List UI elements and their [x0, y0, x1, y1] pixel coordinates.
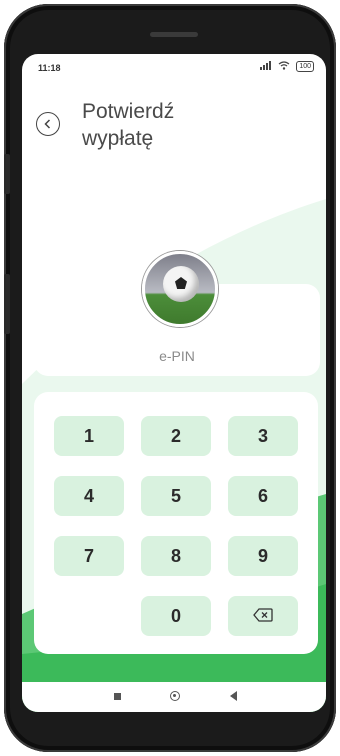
key-9[interactable]: 9 [228, 536, 298, 576]
system-nav-bar [22, 682, 326, 712]
football-icon [163, 266, 199, 302]
back-triangle-icon[interactable] [230, 691, 237, 701]
key-2[interactable]: 2 [141, 416, 211, 456]
backspace-button[interactable] [228, 596, 298, 636]
home-icon[interactable] [170, 691, 180, 701]
wifi-icon [278, 61, 290, 72]
key-4[interactable]: 4 [54, 476, 124, 516]
clock: 11:18 [38, 63, 61, 73]
page-title: Potwierdź wypłatę [82, 100, 175, 150]
epin-label: e-PIN [159, 348, 195, 364]
volume-button [4, 154, 10, 194]
avatar [142, 251, 218, 327]
back-button[interactable] [36, 112, 60, 136]
status-bar: 11:18 100 [22, 54, 326, 80]
screen: 11:18 100 Potwierdź wypłatę e-PIN 1 2 3 … [22, 54, 326, 712]
keypad: 1 2 3 4 5 6 7 8 9 0 [34, 392, 318, 654]
phone-frame: 11:18 100 Potwierdź wypłatę e-PIN 1 2 3 … [4, 4, 336, 752]
status-icons: 100 [260, 61, 314, 72]
speaker-grille [150, 32, 198, 37]
battery-icon: 100 [296, 61, 314, 72]
chevron-left-icon [43, 116, 53, 132]
key-8[interactable]: 8 [141, 536, 211, 576]
key-7[interactable]: 7 [54, 536, 124, 576]
backspace-icon [253, 606, 273, 627]
key-3[interactable]: 3 [228, 416, 298, 456]
key-0[interactable]: 0 [141, 596, 211, 636]
power-button [4, 274, 10, 334]
signal-icon [260, 61, 272, 72]
key-6[interactable]: 6 [228, 476, 298, 516]
key-1[interactable]: 1 [54, 416, 124, 456]
key-5[interactable]: 5 [141, 476, 211, 516]
recent-apps-icon[interactable] [114, 693, 121, 700]
